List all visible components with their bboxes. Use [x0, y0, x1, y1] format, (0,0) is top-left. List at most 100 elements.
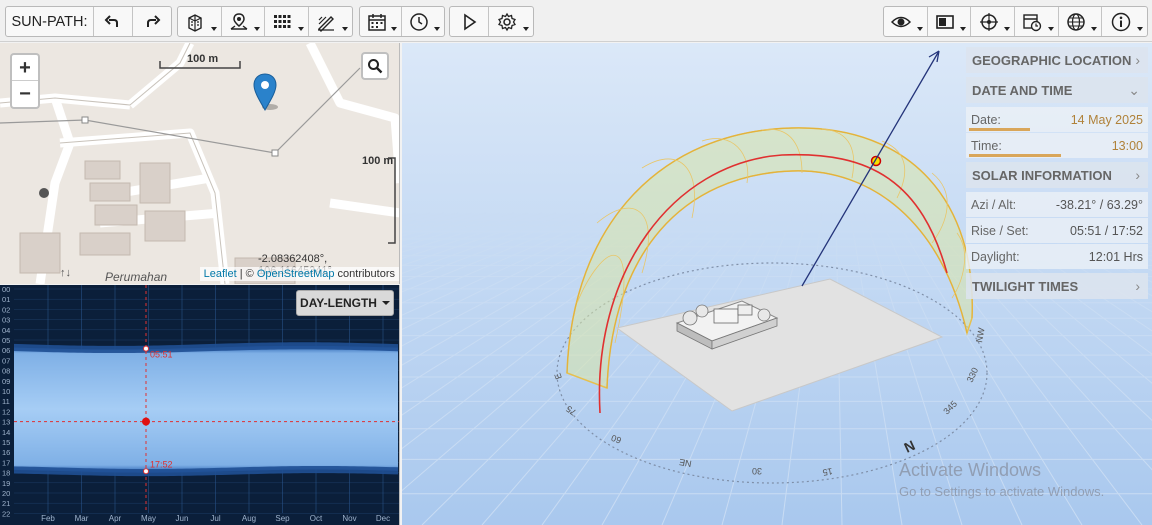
twilight-times-header[interactable]: TWILIGHT TIMES ›: [966, 273, 1148, 299]
view-button[interactable]: [884, 7, 928, 36]
month-tick-label: Jul: [210, 514, 220, 523]
grid-icon: [274, 14, 291, 28]
azimuth-row: Azi / Alt: -38.21° / 63.29°: [966, 192, 1148, 217]
month-tick-label: Apr: [109, 514, 122, 523]
building-icon: [188, 13, 202, 32]
play-button[interactable]: [450, 7, 490, 36]
rise-set-value: 05:51 / 17:52: [1070, 223, 1143, 238]
hour-tick-label: 00: [2, 285, 10, 294]
month-tick-label: Jun: [176, 514, 189, 523]
toolbar: SUN-PATH:: [0, 0, 1152, 42]
hour-tick-label: 11: [2, 397, 10, 406]
hour-tick-label: 08: [2, 367, 10, 376]
month-tick-label: Mar: [75, 514, 89, 523]
rise-set-label: Rise / Set:: [971, 223, 1029, 238]
info-button[interactable]: [1102, 7, 1147, 36]
hour-tick-label: 16: [2, 448, 10, 457]
svg-text:30: 30: [752, 466, 762, 476]
time-row[interactable]: Time: 13:00: [966, 133, 1148, 158]
date-slider[interactable]: [969, 128, 1031, 131]
osm-link[interactable]: OpenStreetMap: [257, 268, 335, 280]
month-tick-label: Sep: [275, 514, 290, 523]
month-tick-label: May: [141, 514, 156, 523]
geographic-location-header[interactable]: GEOGRAPHIC LOCATION ›: [966, 47, 1148, 73]
hour-tick-label: 01: [2, 295, 10, 304]
clock-button[interactable]: [402, 7, 444, 36]
calendar-icon: [367, 13, 386, 31]
solar-information-header[interactable]: SOLAR INFORMATION ›: [966, 162, 1148, 188]
svg-text:NE: NE: [678, 457, 692, 469]
current-time-dot[interactable]: [142, 417, 150, 426]
date-value: 14 May 2025: [1070, 112, 1143, 127]
hour-tick-label: 04: [2, 326, 10, 335]
hour-tick-label: 21: [2, 499, 10, 508]
map-panel[interactable]: ↑↓ Perumahan 100 m 100 m + − -2.08362408…: [0, 43, 400, 284]
play-icon: [464, 12, 477, 31]
hour-tick-label: 14: [2, 428, 10, 437]
watermark-subtitle: Go to Settings to activate Windows.: [899, 484, 1105, 499]
compass-button[interactable]: [971, 7, 1016, 36]
date-time-title: DATE AND TIME: [972, 82, 1073, 98]
zoom-in-button[interactable]: +: [12, 55, 38, 81]
attrib-tail: contributors: [334, 268, 395, 280]
map-place-label: ↑↓: [60, 267, 71, 279]
building-button[interactable]: [178, 7, 222, 36]
sunset-label: 17:52: [150, 459, 173, 469]
date-row[interactable]: Date: 14 May 2025: [966, 107, 1148, 132]
leaflet-link[interactable]: Leaflet: [204, 268, 237, 280]
redo-button[interactable]: [133, 7, 171, 36]
date-label: Date:: [971, 112, 1001, 127]
location-icon: [230, 12, 248, 30]
display-icon: [936, 14, 954, 29]
zoom-out-button[interactable]: −: [12, 81, 38, 107]
info-panel: GEOGRAPHIC LOCATION › DATE AND TIME ⌄ Da…: [966, 47, 1148, 303]
schedule-icon: [1023, 13, 1042, 31]
hour-tick-label: 02: [2, 305, 10, 314]
display-button[interactable]: [928, 7, 972, 36]
daylight-label: Daylight:: [971, 249, 1020, 264]
date-time-header[interactable]: DATE AND TIME ⌄: [966, 77, 1148, 103]
month-tick-label: Dec: [376, 514, 390, 523]
settings-icon: [498, 12, 517, 31]
chevron-down-icon: ⌄: [1128, 81, 1140, 98]
daylight-value: 12:01 Hrs: [1088, 249, 1143, 264]
day-length-chart[interactable]: 00 01 02 03 04 05 06 07 08 09 10 11 12 13 14 15 16 17 18 19…: [0, 285, 400, 525]
azimuth-label: Azi / Alt:: [971, 197, 1017, 212]
search-icon: [368, 59, 383, 74]
map-search-button[interactable]: [361, 52, 389, 80]
sunrise-dot: [143, 345, 149, 352]
settings-button[interactable]: [489, 7, 533, 36]
globe-button[interactable]: [1059, 7, 1103, 36]
calendar-button[interactable]: [360, 7, 403, 36]
draw-icon: [318, 15, 335, 32]
clock-icon: [410, 12, 428, 31]
hour-tick-label: 06: [2, 346, 10, 355]
hour-tick-label: 13: [2, 418, 10, 427]
hour-tick-label: 07: [2, 356, 10, 365]
globe-icon: [1067, 12, 1085, 31]
twilight-times-title: TWILIGHT TIMES: [972, 278, 1079, 294]
hour-tick-label: 09: [2, 377, 10, 386]
hour-tick-label: 03: [2, 316, 10, 325]
draw-button[interactable]: [309, 7, 352, 36]
grid-button[interactable]: [265, 7, 309, 36]
month-tick-label: Feb: [41, 514, 55, 523]
day-length-dropdown[interactable]: DAY-LENGTH: [296, 290, 394, 316]
month-tick-label: Oct: [310, 514, 323, 523]
scale-label-right: 100 m: [362, 155, 394, 167]
hour-tick-label: 15: [2, 438, 10, 447]
undo-button[interactable]: [94, 7, 133, 36]
time-value: 13:00: [1111, 138, 1143, 153]
location-button[interactable]: [222, 7, 265, 36]
view-icon: [891, 16, 912, 27]
daylight-row: Daylight: 12:01 Hrs: [966, 244, 1148, 269]
time-slider[interactable]: [969, 154, 1061, 157]
zoom-control: + −: [10, 53, 40, 109]
schedule-button[interactable]: [1015, 7, 1059, 36]
watermark-title: Activate Windows: [899, 460, 1042, 480]
hour-tick-label: 19: [2, 479, 10, 488]
hour-tick-label: 05: [2, 336, 10, 345]
app-label: SUN-PATH:: [6, 7, 94, 36]
sunrise-label: 05:51: [150, 350, 173, 360]
hour-tick-label: 17: [2, 458, 10, 467]
